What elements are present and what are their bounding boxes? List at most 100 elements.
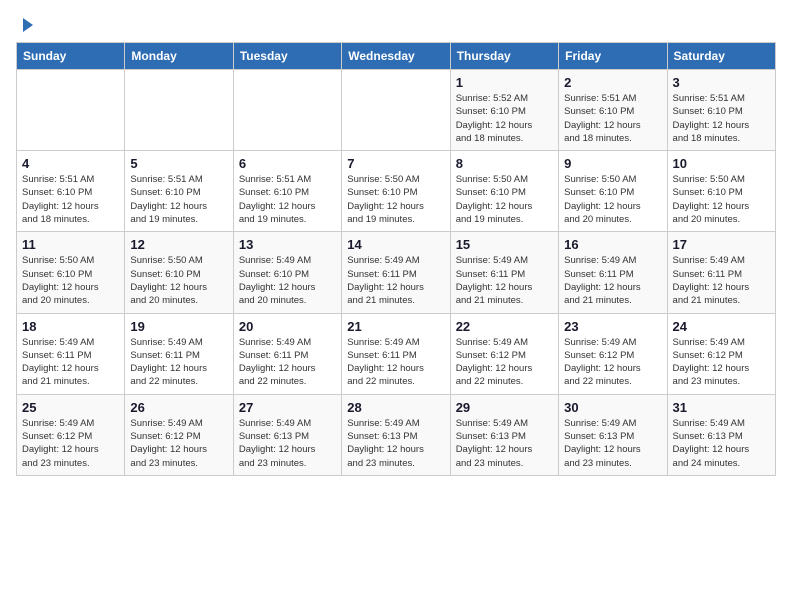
calendar-cell: [17, 70, 125, 151]
calendar-cell: 30 Sunrise: 5:49 AM Sunset: 6:13 PM Dayli…: [559, 394, 667, 475]
day-info: Sunrise: 5:50 AM Sunset: 6:10 PM Dayligh…: [564, 173, 661, 226]
day-info: Sunrise: 5:49 AM Sunset: 6:12 PM Dayligh…: [564, 336, 661, 389]
calendar-cell: 13 Sunrise: 5:49 AM Sunset: 6:10 PM Dayli…: [233, 232, 341, 313]
logo: [16, 16, 36, 34]
calendar-cell: [233, 70, 341, 151]
day-info: Sunrise: 5:49 AM Sunset: 6:12 PM Dayligh…: [456, 336, 553, 389]
weekday-header-monday: Monday: [125, 43, 233, 70]
calendar-cell: 18Sunrise: 5:49 AM Sunset: 6:11 PM Dayli…: [17, 313, 125, 394]
calendar-cell: 4 Sunrise: 5:51 AM Sunset: 6:10 PM Daylig…: [17, 151, 125, 232]
day-info: Sunrise: 5:50 AM Sunset: 6:10 PM Dayligh…: [22, 254, 119, 307]
day-info: Sunrise: 5:49 AM Sunset: 6:11 PM Dayligh…: [347, 254, 444, 307]
calendar-week-5: 25 Sunrise: 5:49 AM Sunset: 6:12 PM Dayli…: [17, 394, 776, 475]
calendar-cell: 11 Sunrise: 5:50 AM Sunset: 6:10 PM Dayli…: [17, 232, 125, 313]
calendar-cell: 2 Sunrise: 5:51 AM Sunset: 6:10 PM Daylig…: [559, 70, 667, 151]
day-number: 11: [22, 237, 119, 252]
calendar-cell: 10Sunrise: 5:50 AM Sunset: 6:10 PM Dayli…: [667, 151, 775, 232]
calendar-cell: 12 Sunrise: 5:50 AM Sunset: 6:10 PM Dayli…: [125, 232, 233, 313]
day-info: Sunrise: 5:51 AM Sunset: 6:10 PM Dayligh…: [130, 173, 227, 226]
calendar-cell: 21Sunrise: 5:49 AM Sunset: 6:11 PM Dayli…: [342, 313, 450, 394]
calendar-cell: 17 Sunrise: 5:49 AM Sunset: 6:11 PM Dayli…: [667, 232, 775, 313]
day-number: 16: [564, 237, 661, 252]
calendar-cell: 7 Sunrise: 5:50 AM Sunset: 6:10 PM Daylig…: [342, 151, 450, 232]
calendar-cell: 6 Sunrise: 5:51 AM Sunset: 6:10 PM Daylig…: [233, 151, 341, 232]
day-info: Sunrise: 5:51 AM Sunset: 6:10 PM Dayligh…: [564, 92, 661, 145]
calendar-week-2: 4 Sunrise: 5:51 AM Sunset: 6:10 PM Daylig…: [17, 151, 776, 232]
calendar-cell: 9 Sunrise: 5:50 AM Sunset: 6:10 PM Daylig…: [559, 151, 667, 232]
day-info: Sunrise: 5:51 AM Sunset: 6:10 PM Dayligh…: [239, 173, 336, 226]
day-number: 19: [130, 319, 227, 334]
calendar-cell: 3 Sunrise: 5:51 AM Sunset: 6:10 PM Daylig…: [667, 70, 775, 151]
calendar-cell: 24 Sunrise: 5:49 AM Sunset: 6:12 PM Dayli…: [667, 313, 775, 394]
day-number: 20: [239, 319, 336, 334]
day-number: 23: [564, 319, 661, 334]
day-info: Sunrise: 5:49 AM Sunset: 6:13 PM Dayligh…: [456, 417, 553, 470]
day-number: 4: [22, 156, 119, 171]
calendar-body: 1 Sunrise: 5:52 AM Sunset: 6:10 PM Daylig…: [17, 70, 776, 476]
logo-arrow-icon: [17, 16, 35, 34]
day-number: 12: [130, 237, 227, 252]
day-number: 3: [673, 75, 770, 90]
calendar-cell: 14Sunrise: 5:49 AM Sunset: 6:11 PM Dayli…: [342, 232, 450, 313]
calendar-cell: 15 Sunrise: 5:49 AM Sunset: 6:11 PM Dayli…: [450, 232, 558, 313]
calendar-cell: [342, 70, 450, 151]
day-number: 24: [673, 319, 770, 334]
day-number: 29: [456, 400, 553, 415]
day-number: 15: [456, 237, 553, 252]
calendar-cell: [125, 70, 233, 151]
day-info: Sunrise: 5:50 AM Sunset: 6:10 PM Dayligh…: [347, 173, 444, 226]
day-info: Sunrise: 5:49 AM Sunset: 6:10 PM Dayligh…: [239, 254, 336, 307]
day-info: Sunrise: 5:50 AM Sunset: 6:10 PM Dayligh…: [130, 254, 227, 307]
calendar-cell: 27 Sunrise: 5:49 AM Sunset: 6:13 PM Dayli…: [233, 394, 341, 475]
day-info: Sunrise: 5:49 AM Sunset: 6:13 PM Dayligh…: [564, 417, 661, 470]
calendar-cell: 16 Sunrise: 5:49 AM Sunset: 6:11 PM Dayli…: [559, 232, 667, 313]
calendar-week-4: 18 Sunrise: 5:49 AM Sunset: 6:11 PM Dayli…: [17, 313, 776, 394]
day-number: 30: [564, 400, 661, 415]
day-number: 18: [22, 319, 119, 334]
day-number: 7: [347, 156, 444, 171]
calendar-cell: 28Sunrise: 5:49 AM Sunset: 6:13 PM Dayli…: [342, 394, 450, 475]
day-number: 2: [564, 75, 661, 90]
day-info: Sunrise: 5:51 AM Sunset: 6:10 PM Dayligh…: [22, 173, 119, 226]
day-number: 22: [456, 319, 553, 334]
weekday-header-thursday: Thursday: [450, 43, 558, 70]
day-number: 1: [456, 75, 553, 90]
calendar-cell: 19 Sunrise: 5:49 AM Sunset: 6:11 PM Dayli…: [125, 313, 233, 394]
day-number: 31: [673, 400, 770, 415]
day-info: Sunrise: 5:49 AM Sunset: 6:11 PM Dayligh…: [456, 254, 553, 307]
day-info: Sunrise: 5:52 AM Sunset: 6:10 PM Dayligh…: [456, 92, 553, 145]
day-info: Sunrise: 5:50 AM Sunset: 6:10 PM Dayligh…: [456, 173, 553, 226]
day-number: 8: [456, 156, 553, 171]
header: [16, 16, 776, 34]
weekday-header-saturday: Saturday: [667, 43, 775, 70]
weekday-header-tuesday: Tuesday: [233, 43, 341, 70]
weekday-header-row: SundayMondayTuesdayWednesdayThursdayFrid…: [17, 43, 776, 70]
day-info: Sunrise: 5:49 AM Sunset: 6:11 PM Dayligh…: [673, 254, 770, 307]
calendar-week-1: 1 Sunrise: 5:52 AM Sunset: 6:10 PM Daylig…: [17, 70, 776, 151]
day-number: 6: [239, 156, 336, 171]
day-info: Sunrise: 5:49 AM Sunset: 6:11 PM Dayligh…: [130, 336, 227, 389]
day-number: 5: [130, 156, 227, 171]
day-info: Sunrise: 5:51 AM Sunset: 6:10 PM Dayligh…: [673, 92, 770, 145]
calendar-cell: 20 Sunrise: 5:49 AM Sunset: 6:11 PM Dayli…: [233, 313, 341, 394]
calendar-cell: 22 Sunrise: 5:49 AM Sunset: 6:12 PM Dayli…: [450, 313, 558, 394]
day-number: 13: [239, 237, 336, 252]
day-info: Sunrise: 5:49 AM Sunset: 6:11 PM Dayligh…: [564, 254, 661, 307]
calendar-cell: 1 Sunrise: 5:52 AM Sunset: 6:10 PM Daylig…: [450, 70, 558, 151]
day-number: 28: [347, 400, 444, 415]
day-number: 9: [564, 156, 661, 171]
calendar-cell: 31Sunrise: 5:49 AM Sunset: 6:13 PM Dayli…: [667, 394, 775, 475]
day-info: Sunrise: 5:49 AM Sunset: 6:12 PM Dayligh…: [22, 417, 119, 470]
weekday-header-wednesday: Wednesday: [342, 43, 450, 70]
day-number: 17: [673, 237, 770, 252]
day-info: Sunrise: 5:49 AM Sunset: 6:13 PM Dayligh…: [239, 417, 336, 470]
day-info: Sunrise: 5:50 AM Sunset: 6:10 PM Dayligh…: [673, 173, 770, 226]
day-number: 25: [22, 400, 119, 415]
day-number: 27: [239, 400, 336, 415]
day-info: Sunrise: 5:49 AM Sunset: 6:12 PM Dayligh…: [673, 336, 770, 389]
calendar-cell: 25 Sunrise: 5:49 AM Sunset: 6:12 PM Dayli…: [17, 394, 125, 475]
day-info: Sunrise: 5:49 AM Sunset: 6:11 PM Dayligh…: [239, 336, 336, 389]
calendar-cell: 23 Sunrise: 5:49 AM Sunset: 6:12 PM Dayli…: [559, 313, 667, 394]
calendar-cell: 5 Sunrise: 5:51 AM Sunset: 6:10 PM Daylig…: [125, 151, 233, 232]
weekday-header-sunday: Sunday: [17, 43, 125, 70]
